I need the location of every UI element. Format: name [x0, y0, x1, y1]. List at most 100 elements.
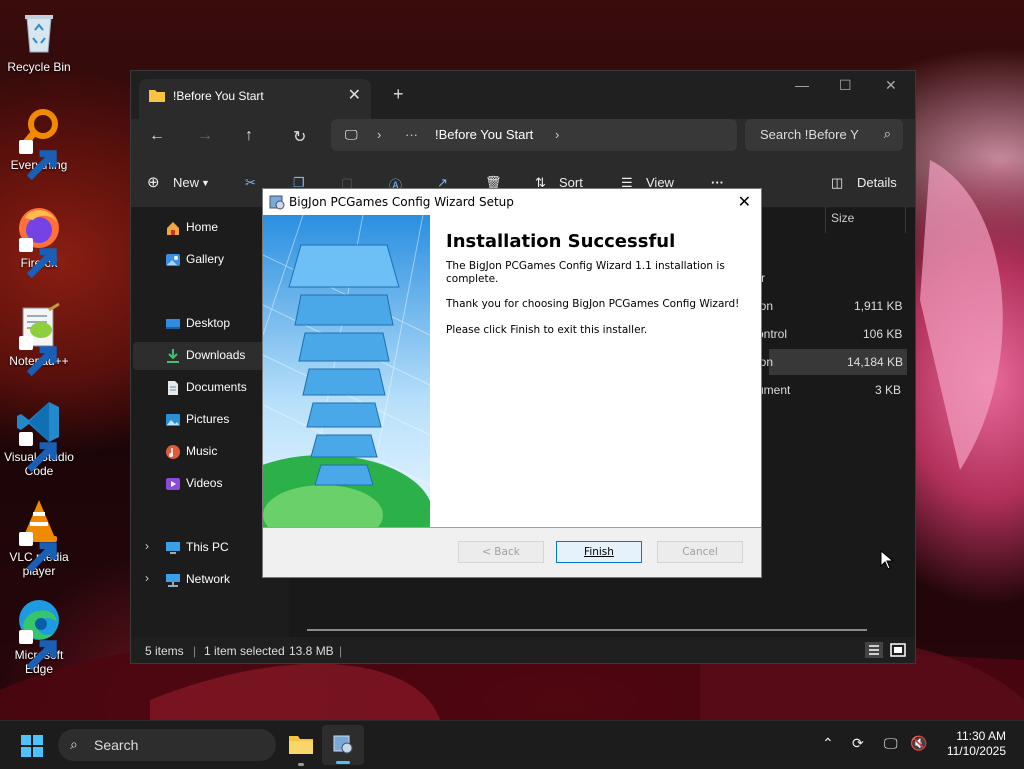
chevron-right-icon[interactable]: ›: [145, 571, 149, 585]
breadcrumb-more[interactable]: ···: [405, 127, 418, 142]
details-button[interactable]: Details: [857, 175, 897, 190]
running-indicator: [298, 763, 304, 766]
back-arrow-icon[interactable]: ←: [149, 127, 165, 145]
search-box[interactable]: Search !Before Y ⌕: [745, 119, 903, 151]
system-clock[interactable]: 11:30 AM 11/10/2025: [947, 729, 1006, 759]
address-bar[interactable]: 🖵 › ··· !Before You Start ›: [331, 119, 737, 151]
mouse-cursor-icon: [880, 550, 894, 570]
maximize-icon[interactable]: ☐: [839, 77, 852, 94]
file-size-text: 14,184 KB: [847, 355, 904, 369]
desktop-icon-notepadpp[interactable]: Notepad++: [4, 302, 74, 377]
shortcut-arrow-icon: [19, 630, 57, 671]
firefox-icon: [15, 204, 63, 279]
network-icon: [166, 574, 180, 587]
horizontal-scrollbar[interactable]: [307, 629, 867, 631]
address-row: ← → ↑ ↻ 🖵 › ··· !Before You Start › Sear…: [131, 119, 915, 159]
search-input[interactable]: Search !Before Y: [760, 127, 876, 142]
close-dialog-icon[interactable]: ✕: [738, 192, 751, 211]
taskbar-search-label: Search: [94, 737, 139, 753]
file-size-text: 106 KB: [863, 327, 903, 341]
desktop-icon-everything[interactable]: Everything: [4, 106, 74, 181]
sidebar-item-label: This PC: [186, 540, 229, 554]
documents-icon: [168, 381, 178, 395]
wizard-text-instructions: Please click Finish to exit this install…: [446, 324, 648, 336]
file-explorer-taskbar-icon[interactable]: [288, 733, 314, 755]
file-size-text: 1,911 KB: [854, 299, 903, 313]
shortcut-arrow-icon: [19, 238, 57, 279]
installer-wizard-dialog: BigJon PCGames Config Wizard Setup ✕ Ins…: [262, 188, 762, 578]
wizard-text-complete: The BigJon PCGames Config Wizard 1.1 ins…: [446, 260, 725, 285]
sync-icon[interactable]: ⟳: [852, 735, 864, 752]
breadcrumb-current[interactable]: !Before You Start: [435, 127, 533, 142]
cut-icon[interactable]: ✂: [245, 175, 256, 191]
minimize-icon[interactable]: —: [795, 77, 809, 93]
column-header-size[interactable]: Size: [831, 211, 854, 225]
sidebar-item-label: Pictures: [186, 412, 230, 426]
explorer-tab-bar: !Before You Start ✕ + — ☐ ✕: [131, 71, 915, 119]
column-divider[interactable]: [905, 207, 906, 233]
new-tab-button[interactable]: +: [393, 84, 404, 105]
active-indicator: [336, 761, 350, 764]
search-icon: ⌕: [883, 126, 891, 141]
music-icon: [166, 445, 180, 459]
recycle-bin-icon: [15, 8, 63, 56]
explorer-tab[interactable]: !Before You Start ✕: [139, 79, 371, 119]
tab-title: !Before You Start: [173, 89, 264, 103]
details-pane-icon: ◫: [831, 175, 844, 190]
new-button[interactable]: New: [173, 175, 199, 190]
refresh-icon[interactable]: ↻: [293, 127, 306, 147]
desktop-icon-edge[interactable]: Microsoft Edge: [4, 596, 74, 676]
sidebar-item-label: Videos: [186, 476, 223, 490]
wizard-banner-image: [263, 215, 430, 527]
clock-date: 11/10/2025: [946, 744, 1006, 758]
finish-button[interactable]: Finish: [556, 541, 642, 563]
display-icon[interactable]: 🖵: [884, 735, 898, 752]
selection-count: 1 item selected: [204, 644, 285, 658]
close-tab-icon[interactable]: ✕: [348, 85, 361, 105]
large-icons-view-icon[interactable]: [889, 642, 907, 658]
taskbar: ⌕ Search ⌃ ⟳ 🖵 🔇 11:30 AM 11/10/2025: [0, 720, 1024, 769]
dialog-title-bar: BigJon PCGames Config Wizard Setup ✕: [263, 189, 761, 215]
sidebar-item-label: Home: [186, 220, 219, 234]
chevron-right-icon: ›: [377, 127, 382, 142]
desktop-icon-recycle-bin[interactable]: Recycle Bin: [4, 8, 74, 74]
sidebar-item-label: Gallery: [186, 252, 225, 266]
windows-start-icon[interactable]: [20, 734, 44, 758]
installer-taskbar-button[interactable]: [322, 725, 364, 765]
vscode-icon: [15, 398, 63, 473]
speaker-muted-icon[interactable]: 🔇: [910, 735, 927, 752]
taskbar-search-box[interactable]: ⌕ Search: [58, 729, 276, 761]
cancel-button[interactable]: Cancel: [657, 541, 743, 563]
back-button[interactable]: < Back: [458, 541, 544, 563]
sidebar-item-label: Desktop: [186, 316, 231, 330]
desktop-folder-icon: [166, 319, 180, 329]
column-divider[interactable]: [825, 207, 826, 233]
vlc-icon: [15, 498, 63, 573]
plus-circle-icon: ⊕: [147, 174, 160, 191]
videos-icon: [166, 478, 180, 490]
up-arrow-icon[interactable]: ↑: [245, 127, 253, 145]
home-icon: [167, 222, 179, 235]
installer-app-icon: [333, 735, 353, 754]
status-separator: |: [339, 644, 343, 658]
everything-search-icon: [15, 106, 63, 181]
forward-arrow-icon[interactable]: →: [197, 127, 213, 145]
shortcut-arrow-icon: [19, 336, 57, 377]
downloads-icon: [167, 349, 179, 363]
notepadpp-icon: [15, 302, 63, 377]
sidebar-item-label: Documents: [186, 380, 247, 394]
desktop-icon-vscode[interactable]: Visual Studio Code: [4, 398, 74, 478]
details-view-icon[interactable]: [865, 642, 883, 658]
shortcut-arrow-icon: [19, 532, 57, 573]
selection-size: 13.8 MB: [289, 644, 334, 658]
desktop-icon-vlc[interactable]: VLC media player: [4, 498, 74, 578]
gallery-icon: [166, 254, 180, 266]
chevron-right-icon[interactable]: ›: [145, 539, 149, 553]
close-window-icon[interactable]: ✕: [885, 77, 897, 94]
sidebar-item-label: Music: [186, 444, 218, 458]
chevron-up-icon[interactable]: ⌃: [822, 735, 834, 752]
shortcut-arrow-icon: [19, 140, 57, 181]
desktop-icon-firefox[interactable]: Firefox: [4, 204, 74, 279]
clock-time: 11:30 AM: [956, 729, 1006, 743]
status-bar: 5 items | 1 item selected 13.8 MB |: [131, 637, 915, 663]
